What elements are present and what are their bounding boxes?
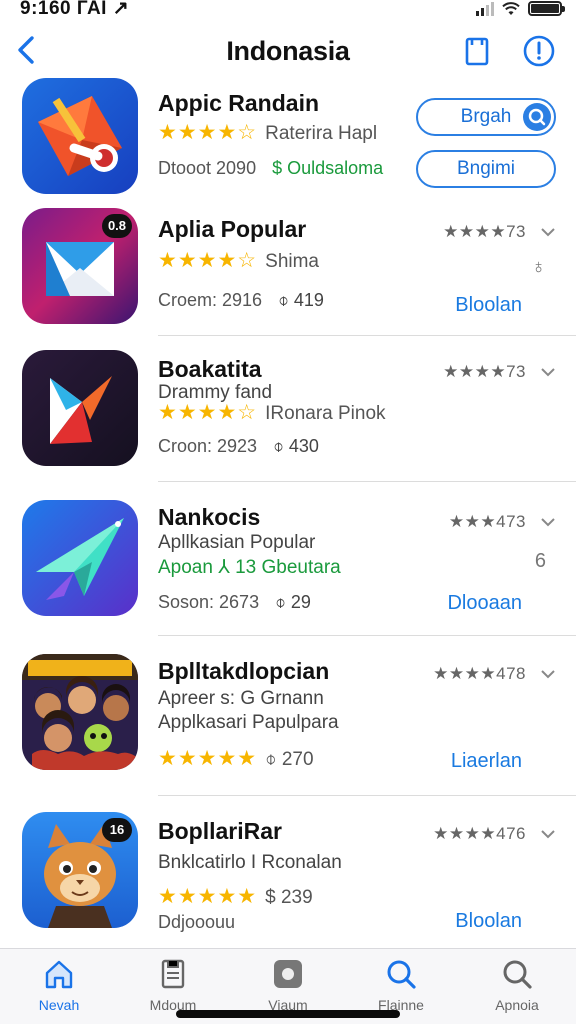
list-item[interactable]: Appic Randain ★★★★☆ Raterira Hapl Dtooot …: [0, 74, 576, 200]
app-name: Nankocis: [158, 504, 261, 530]
open-button-label: Bngimi: [456, 158, 516, 179]
star-rating: ★★★★☆: [158, 401, 258, 424]
release-info: Soson: 2673: [158, 592, 260, 612]
rating-line: ★★★★☆ IRonara Pinok: [158, 400, 386, 425]
rating-line: ★★★★☆ Shima: [158, 248, 319, 273]
tab-explore[interactable]: Apnoia: [462, 957, 572, 1013]
rating-text: Shima: [265, 251, 319, 272]
app-icon[interactable]: [22, 350, 138, 466]
right-rating: ★★★★476: [433, 824, 526, 843]
list-item[interactable]: 16 BopllariRar Bnklcatirlo I Rconalan ★★…: [0, 796, 576, 948]
chevron-down-icon[interactable]: [540, 828, 556, 840]
rating-line: ★★★★★ ⌽ 270: [158, 746, 314, 771]
app-meta: Dtooot 2090 $ Ouldsaloma: [158, 158, 383, 179]
release-info: Croon: 2923: [158, 436, 258, 456]
rating-line: ★★★★☆ Raterira Hapl: [158, 120, 377, 145]
app-icon[interactable]: 16: [22, 812, 138, 928]
app-meta: Croem: 2916 ⌽ 419: [158, 290, 324, 311]
rating-text: Raterira Hapl: [265, 123, 378, 144]
star-rating: ★★★★☆: [158, 121, 258, 144]
app-name: BopllariRar: [158, 818, 282, 844]
app-subtitle: Bnklcatirlo I Rconalan: [158, 852, 342, 873]
right-rating: ★★★★73: [443, 222, 526, 241]
app-name: Appic Randain: [158, 90, 320, 116]
list-item[interactable]: Boakatita Drammy fand ★★★★☆ IRonara Pinok…: [0, 336, 576, 482]
star-rating: ★★★★★: [158, 747, 258, 770]
app-subtitle: Apllkasian Popular: [158, 532, 316, 553]
media-icon: [274, 960, 302, 988]
tab-search[interactable]: Flainne: [346, 957, 456, 1013]
signal-icon: [476, 1, 494, 16]
app-name: Boakatita: [158, 356, 262, 382]
get-link[interactable]: Dlooaan: [447, 592, 522, 615]
price-label: ⌽ 270: [265, 749, 314, 770]
game-characters-app-icon: [22, 654, 138, 770]
bookmark-icon[interactable]: [460, 34, 494, 68]
app-icon[interactable]: [22, 500, 138, 616]
list-item[interactable]: Bplltakdlopcian Apreer s: G Grnann Applk…: [0, 636, 576, 796]
paper-plane-app-icon: [22, 500, 138, 616]
rating-line: ★★★★★ $ 239: [158, 884, 313, 909]
age-badge: 16: [102, 818, 132, 842]
price-label: $ 239: [265, 887, 313, 908]
age-badge: 0.8: [102, 214, 132, 238]
wifi-icon: [502, 1, 520, 15]
envelope-app-icon: [22, 78, 138, 194]
app-meta: Soson: 2673 ⌽ 29: [158, 592, 311, 613]
price-label: ⌽ 430: [273, 436, 319, 456]
list-item[interactable]: 0.8 Aplia Popular ★★★★☆ Shima Croem: 2916…: [0, 200, 576, 336]
status-indicators: [476, 1, 565, 16]
release-info: Croem: 2916: [158, 290, 263, 310]
chevron-down-icon[interactable]: [540, 226, 556, 238]
home-icon: [45, 960, 73, 989]
tab-media[interactable]: Viaum: [233, 957, 343, 1013]
price-label: $ Ouldsaloma: [272, 158, 384, 178]
rating-text: IRonara Pinok: [265, 403, 386, 424]
open-button[interactable]: Bngimi: [416, 150, 556, 188]
get-link[interactable]: Bloolan: [455, 294, 522, 317]
get-link[interactable]: Bloolan: [455, 910, 522, 933]
right-rating: ★★★★478: [433, 664, 526, 683]
app-icon[interactable]: 0.8: [22, 208, 138, 324]
tab-home[interactable]: Nevah: [4, 957, 114, 1013]
tab-label: Nevah: [38, 997, 80, 1013]
search-icon: [503, 960, 532, 989]
status-bar: 9:160 ГАІ ↗: [0, 0, 576, 22]
search-icon: [523, 103, 551, 131]
battery-icon: [528, 1, 565, 16]
download-icon: ♁: [531, 256, 546, 278]
tab-label: Apnoia: [495, 997, 539, 1013]
release-info: Dtooot 2090: [158, 158, 257, 178]
price-label: ⌽ 419: [278, 290, 324, 310]
get-button-label: Brgah: [460, 106, 512, 127]
chevron-down-icon[interactable]: [540, 366, 556, 378]
app-subtitle: Apreer s: G Grnann: [158, 688, 324, 709]
star-rating: ★★★★★: [158, 885, 258, 908]
download-icon: 6: [534, 550, 546, 572]
get-button[interactable]: Brgah: [416, 98, 556, 136]
status-time: 9:160 ГАІ ↗: [20, 0, 130, 19]
app-icon[interactable]: [22, 78, 138, 194]
info-icon[interactable]: [522, 34, 556, 68]
chevron-down-icon[interactable]: [540, 516, 556, 528]
bookmark-app-icon: [22, 350, 138, 466]
app-meta: Ddjooouu: [158, 912, 236, 932]
app-subtitle-2: Applkasari Papulpara: [158, 712, 339, 733]
app-meta: Croon: 2923 ⌽ 430: [158, 436, 319, 457]
home-indicator: [176, 1010, 400, 1018]
list-item[interactable]: Nankocis Apllkasian Popular Apoan ⅄ 13 G…: [0, 482, 576, 636]
tab-documents[interactable]: Mdoum: [118, 957, 228, 1013]
app-tagline: Apoan ⅄ 13 Gbeutara: [158, 557, 341, 578]
right-rating: ★★★473: [448, 512, 526, 531]
right-rating: ★★★★73: [443, 362, 526, 381]
app-name: Aplia Popular: [158, 216, 307, 242]
app-name: Bplltakdlopcian: [158, 658, 330, 684]
app-icon[interactable]: [22, 654, 138, 770]
star-rating: ★★★★☆: [158, 249, 258, 272]
search-icon: [387, 960, 416, 989]
get-link[interactable]: Liaerlan: [451, 750, 522, 773]
price-label: ⌽ 29: [275, 592, 311, 612]
chevron-down-icon[interactable]: [540, 668, 556, 680]
document-icon: [161, 959, 185, 989]
